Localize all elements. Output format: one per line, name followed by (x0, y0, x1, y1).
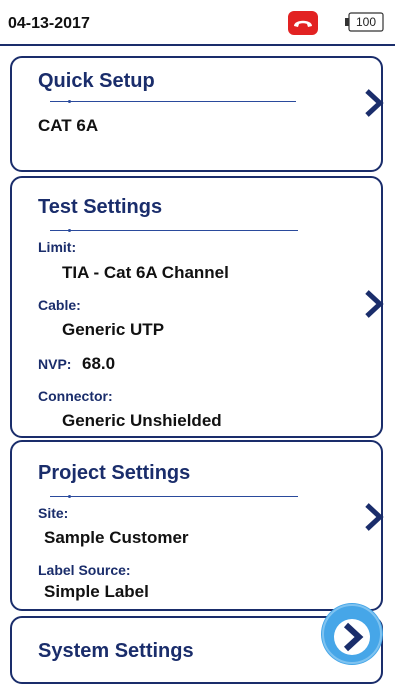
underline-dot (68, 495, 71, 498)
label-source-value: Simple Label (44, 582, 149, 601)
system-settings-title: System Settings (38, 640, 194, 662)
date-display: 04-13-2017 (8, 15, 90, 32)
test-settings-title: Test Settings (38, 196, 163, 218)
title-underline (50, 496, 298, 497)
underline-dot (68, 229, 71, 232)
title-underline (50, 230, 298, 231)
quick-setup-title: Quick Setup (38, 70, 155, 92)
chevron-right-icon[interactable] (364, 88, 384, 118)
status-bar: 04-13-2017 100 (0, 0, 395, 46)
chevron-right-icon (322, 604, 382, 664)
cable-label: Cable: (38, 297, 81, 313)
connector-value: Generic Unshielded (62, 411, 222, 430)
project-settings-title: Project Settings (38, 462, 191, 484)
label-source-label: Label Source: (38, 562, 131, 578)
connector-label: Connector: (38, 388, 113, 404)
cable-value: Generic UTP (62, 320, 165, 339)
test-settings-card[interactable]: Test Settings Limit: TIA - Cat 6A Channe… (10, 176, 384, 438)
system-settings-arrow-button[interactable] (321, 603, 383, 665)
quick-setup-card[interactable]: Quick Setup CAT 6A (10, 56, 384, 172)
site-label: Site: (38, 505, 69, 521)
battery-level: 100 (355, 15, 377, 29)
chevron-right-icon[interactable] (364, 289, 384, 319)
limit-label: Limit: (38, 239, 77, 255)
nvp-label: NVP: (38, 356, 72, 372)
title-underline (50, 101, 296, 102)
limit-value: TIA - Cat 6A Channel (62, 263, 229, 282)
site-value: Sample Customer (44, 528, 189, 547)
quick-setup-value: CAT 6A (38, 116, 99, 135)
underline-dot (68, 100, 71, 103)
nvp-value: 68.0 (82, 354, 116, 373)
project-settings-card[interactable]: Project Settings Site: Sample Customer L… (10, 440, 384, 611)
phone-hangup-icon[interactable] (288, 11, 318, 35)
chevron-right-icon[interactable] (364, 502, 384, 532)
